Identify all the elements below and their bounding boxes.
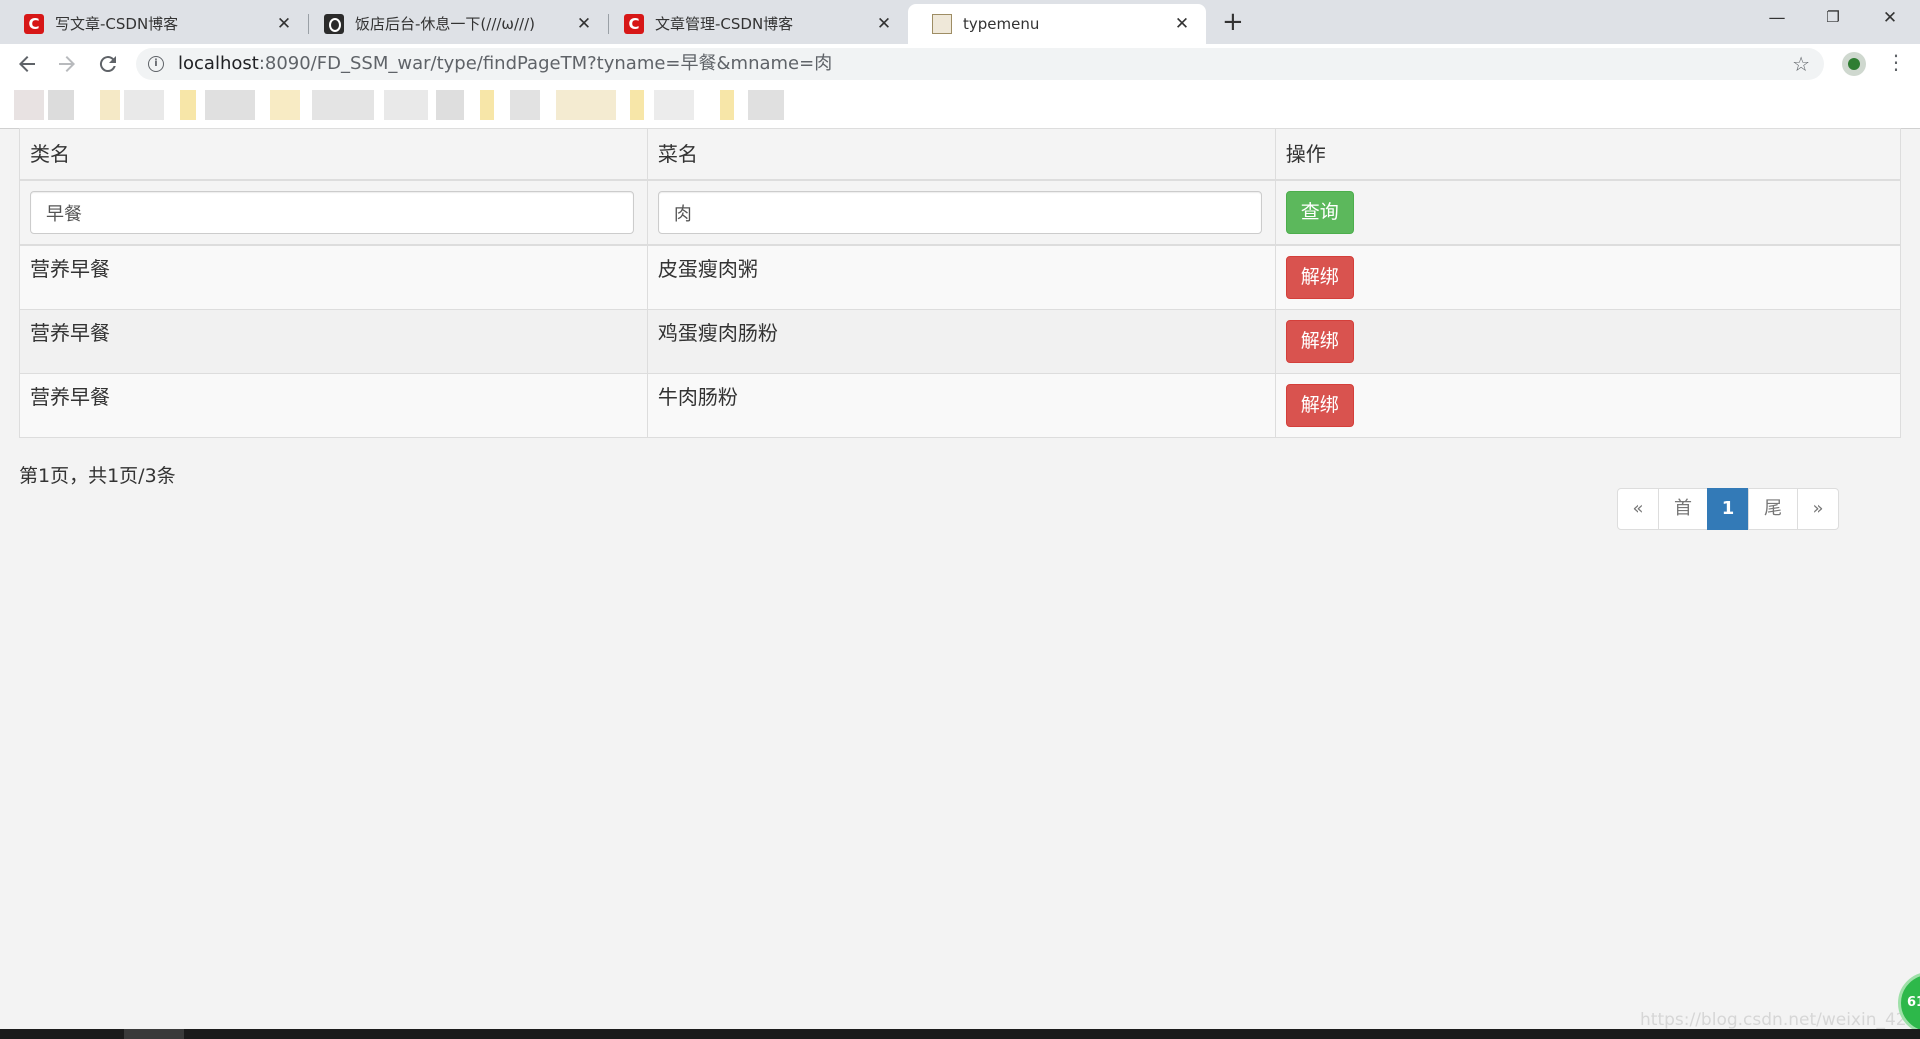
action-cell: 解绑 xyxy=(1274,373,1902,438)
page-summary: 第1页，共1页/3条 xyxy=(19,465,176,487)
csdn-logo-icon: C xyxy=(624,14,644,34)
blurred-bookmark xyxy=(384,90,428,120)
bookmarks-bar xyxy=(0,84,1920,129)
pagination-first-page[interactable]: 首 xyxy=(1658,488,1708,530)
category-filter-input[interactable] xyxy=(30,191,634,234)
browser-tab-strip: C 写文章-CSDN博客 ✕ 饭店后台-休息一下(///ω///) ✕ C 文章… xyxy=(0,0,1920,44)
browser-toolbar: i localhost:8090/FD_SSM_war/type/findPag… xyxy=(0,44,1920,84)
blurred-bookmark xyxy=(124,90,164,120)
taskbar-item[interactable] xyxy=(124,1029,184,1039)
dish-cell: 皮蛋瘦肉粥 xyxy=(646,244,1276,310)
blurred-bookmark xyxy=(205,90,255,120)
pagination-last-page[interactable]: 尾 xyxy=(1748,488,1798,530)
dish-cell: 鸡蛋瘦肉肠粉 xyxy=(646,309,1276,374)
tab-title: typemenu xyxy=(963,15,1040,33)
blurred-bookmark xyxy=(100,90,120,120)
url-host: localhost xyxy=(178,53,259,74)
blurred-bookmark xyxy=(630,90,644,120)
site-icon xyxy=(324,14,344,34)
dish-cell: 牛肉肠粉 xyxy=(646,373,1276,438)
restore-icon[interactable]: ❐ xyxy=(1823,8,1843,26)
blurred-bookmark xyxy=(48,90,74,120)
tab-write-article[interactable]: C 写文章-CSDN博客 ✕ xyxy=(0,4,308,44)
type-menu-panel: 类名 菜名 操作 查询 营养早餐 皮蛋瘦肉粥 解绑 营养早餐 鸡蛋瘦肉肠粉 解绑 xyxy=(19,128,1902,438)
table-row: 营养早餐 牛肉肠粉 解绑 xyxy=(19,373,1902,438)
extension-avatar-icon[interactable] xyxy=(1842,52,1866,76)
filter-row: 查询 xyxy=(19,179,1902,246)
tab-close-icon[interactable]: ✕ xyxy=(574,14,594,34)
category-cell: 营养早餐 xyxy=(19,309,648,374)
column-header-action: 操作 xyxy=(1274,128,1902,181)
tab-title: 饭店后台-休息一下(///ω///) xyxy=(355,15,536,33)
table-row: 营养早餐 鸡蛋瘦肉肠粉 解绑 xyxy=(19,309,1902,374)
image-icon xyxy=(932,14,952,34)
new-tab-plus-icon[interactable]: + xyxy=(1222,9,1244,35)
tab-restaurant-admin[interactable]: 饭店后台-休息一下(///ω///) ✕ xyxy=(300,4,608,44)
type-menu-table: 类名 菜名 操作 查询 营养早餐 皮蛋瘦肉粥 解绑 营养早餐 鸡蛋瘦肉肠粉 解绑 xyxy=(19,128,1902,438)
blurred-bookmark xyxy=(748,90,784,120)
tab-title: 写文章-CSDN博客 xyxy=(55,15,179,33)
tab-typemenu[interactable]: typemenu ✕ xyxy=(908,4,1206,44)
blurred-bookmark xyxy=(510,90,540,120)
column-header-dish: 菜名 xyxy=(646,128,1276,181)
tab-title: 文章管理-CSDN博客 xyxy=(655,15,794,33)
browser-menu-icon[interactable]: ⋮ xyxy=(1886,50,1906,74)
action-cell: 解绑 xyxy=(1274,244,1902,310)
column-header-category: 类名 xyxy=(19,128,648,181)
blurred-bookmark xyxy=(312,90,374,120)
pagination-next[interactable]: » xyxy=(1797,488,1839,530)
query-button[interactable]: 查询 xyxy=(1285,191,1354,234)
csdn-watermark: https://blog.csdn.net/weixin_42356... xyxy=(1640,1010,1920,1030)
filter-cell xyxy=(19,179,648,246)
unbind-button[interactable]: 解绑 xyxy=(1285,384,1354,427)
back-arrow-icon[interactable] xyxy=(15,52,39,76)
blurred-bookmark xyxy=(556,90,616,120)
unbind-button[interactable]: 解绑 xyxy=(1285,256,1354,299)
minimize-icon[interactable]: — xyxy=(1767,8,1787,28)
blurred-bookmark xyxy=(180,90,196,120)
tab-article-manage[interactable]: C 文章管理-CSDN博客 ✕ xyxy=(600,4,908,44)
csdn-logo-icon: C xyxy=(24,14,44,34)
address-bar[interactable]: i localhost:8090/FD_SSM_war/type/findPag… xyxy=(136,48,1824,80)
filter-cell xyxy=(646,179,1276,246)
url-path: :8090/FD_SSM_war/type/findPageTM?tyname=… xyxy=(258,53,833,74)
category-cell: 营养早餐 xyxy=(19,373,648,438)
blurred-bookmark xyxy=(270,90,300,120)
blurred-bookmark xyxy=(480,90,494,120)
blurred-bookmark xyxy=(14,90,44,120)
table-header-row: 类名 菜名 操作 xyxy=(19,128,1902,181)
tab-close-icon[interactable]: ✕ xyxy=(274,14,294,34)
blurred-bookmark xyxy=(720,90,734,120)
os-taskbar xyxy=(0,1029,1920,1039)
blurred-bookmark xyxy=(436,90,464,120)
table-row: 营养早餐 皮蛋瘦肉粥 解绑 xyxy=(19,244,1902,310)
action-cell: 解绑 xyxy=(1274,309,1902,374)
window-close-icon[interactable]: ✕ xyxy=(1880,8,1900,28)
dish-filter-input[interactable] xyxy=(657,191,1262,234)
forward-arrow-icon[interactable] xyxy=(55,52,79,76)
reload-icon[interactable] xyxy=(96,52,120,76)
pagination: « 首 1 尾 » xyxy=(1617,488,1839,530)
tab-close-icon[interactable]: ✕ xyxy=(874,14,894,34)
bookmark-star-icon[interactable]: ☆ xyxy=(1792,52,1810,76)
url-text[interactable]: localhost:8090/FD_SSM_war/type/findPageT… xyxy=(178,54,832,74)
category-cell: 营养早餐 xyxy=(19,244,648,310)
info-icon[interactable]: i xyxy=(148,56,164,72)
pagination-current-page[interactable]: 1 xyxy=(1707,488,1749,530)
filter-cell: 查询 xyxy=(1274,179,1902,246)
blurred-bookmark xyxy=(654,90,694,120)
tab-close-icon[interactable]: ✕ xyxy=(1172,14,1192,34)
unbind-button[interactable]: 解绑 xyxy=(1285,320,1354,363)
pagination-prev[interactable]: « xyxy=(1617,488,1659,530)
